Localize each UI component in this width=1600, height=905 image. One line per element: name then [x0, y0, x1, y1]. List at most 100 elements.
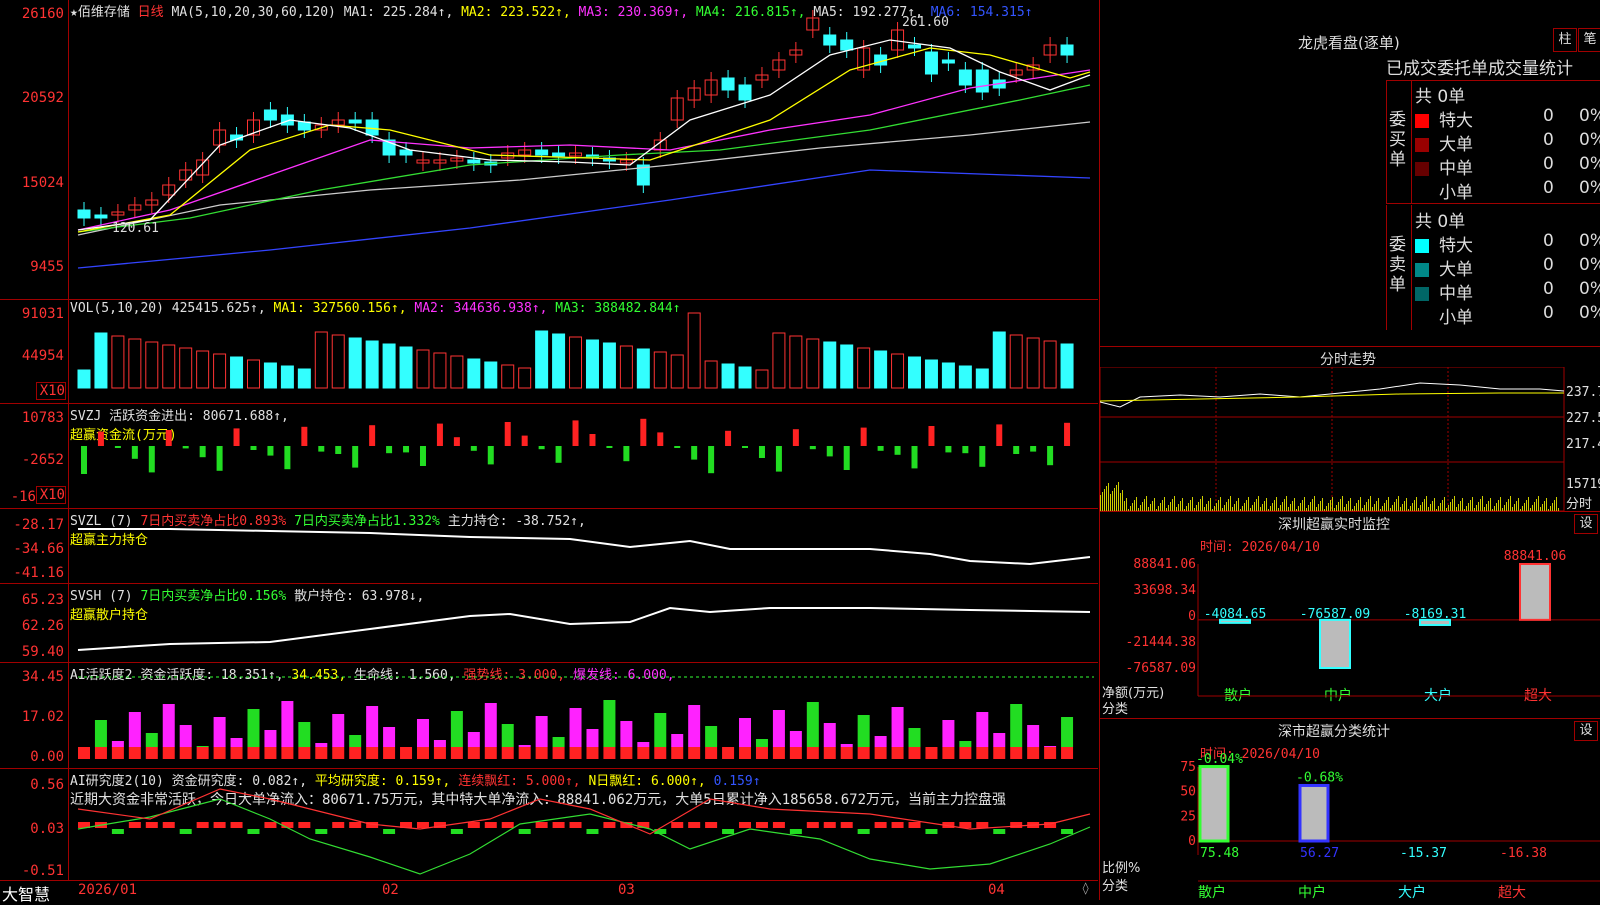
intraday-volume-bar [1318, 504, 1319, 511]
volume-bar [789, 335, 803, 389]
order-size-label: 大单 [1439, 135, 1473, 155]
intraday-volume-bar [1544, 501, 1545, 511]
order-row: 特大 0 0% [1415, 106, 1600, 131]
intraday-volume-bar [1370, 496, 1371, 511]
volume-bar [653, 351, 667, 389]
fund-flow-bar [945, 446, 952, 453]
intraday-volume-bar [1546, 498, 1547, 511]
intraday-volume-bar [1120, 493, 1121, 511]
intraday-tick: 217.4 [1566, 437, 1600, 452]
candle [263, 109, 277, 121]
candle [958, 69, 972, 86]
activity-base-bar [654, 747, 667, 759]
intraday-volume-bar [1440, 503, 1441, 511]
intraday-panel[interactable]: 分时走势 237.7 227.5 217.4 15719 分时 [1099, 346, 1600, 512]
activity-base-bar [705, 747, 718, 759]
candlestick-chart[interactable]: 261.60 120.61 [70, 0, 1098, 300]
intraday-volume-bar [1170, 502, 1171, 511]
intraday-volume-bar [1332, 497, 1333, 511]
volume-bar [941, 362, 955, 389]
intraday-volume-bar [1180, 501, 1181, 511]
intraday-volume-bar [1142, 502, 1143, 511]
ai-research-pane[interactable]: 0.56 0.03 -0.51 AI研究度2(10) 资金研究度: 0.082↑… [0, 769, 1098, 881]
ratio-value: 56.27 [1300, 846, 1339, 861]
intraday-volume-bar [1164, 497, 1165, 511]
intraday-volume-bar [1516, 501, 1517, 511]
intraday-volume-bar [1256, 499, 1257, 511]
intraday-volume-bar [1442, 500, 1443, 511]
monitor-ytick: -76587.09 [1126, 661, 1196, 676]
tab-stats[interactable]: 统计 [1539, 59, 1573, 79]
ratio-top-label: -0.04% [1196, 752, 1243, 767]
candle [467, 159, 481, 164]
intraday-volume-bar [1470, 500, 1471, 511]
order-percent: 0% [1579, 106, 1600, 126]
activity-bar [1027, 725, 1040, 747]
intraday-volume-bar [1160, 503, 1161, 511]
svzj-pane[interactable]: 10783 -2652 -16 X10 SVZJ 活跃资金进出: 80671.6… [0, 404, 1098, 509]
svzl-tick: -41.16 [13, 565, 64, 581]
research-bar [874, 822, 887, 828]
fund-flow-bar [318, 446, 325, 452]
activity-base-bar [722, 747, 735, 759]
fund-flow-bar [250, 446, 257, 450]
intraday-volume-bar [1190, 500, 1191, 511]
tab-volume[interactable]: 成交量 [1488, 59, 1539, 79]
fund-flow-bar [589, 434, 596, 446]
svsh-tick: 65.23 [21, 592, 64, 608]
intraday-volume-bar [1486, 504, 1487, 511]
fund-flow-bar [809, 446, 816, 450]
fund-flow-bar [403, 446, 410, 453]
intraday-volume-bar [1254, 502, 1255, 511]
volume-bar [230, 356, 244, 389]
net-flow-bar [1519, 563, 1551, 621]
research-bar [586, 829, 599, 834]
category-label: 超大 [1498, 885, 1526, 901]
volume-bar [1026, 337, 1040, 389]
intraday-volume-bar [1290, 504, 1291, 511]
intraday-volume-bar [1262, 504, 1263, 511]
dragon-tabs: 已成交委托单成交量统计 [1386, 54, 1600, 81]
pen-mode-button[interactable]: 笔 [1578, 28, 1600, 52]
activity-bar [416, 719, 429, 747]
candle [840, 39, 854, 51]
lock-icon[interactable]: ◊ [1082, 881, 1089, 895]
activity-base-bar [874, 747, 887, 759]
net-flow-value: -8169.31 [1404, 607, 1467, 622]
intraday-volume-bar [1342, 496, 1343, 511]
tab-orders[interactable]: 委托单 [1437, 59, 1488, 79]
activity-bar [755, 739, 768, 747]
intraday-volume-bar [1100, 495, 1101, 511]
svzl-pane[interactable]: -28.17 -34.66 -41.16 SVZL (7) 7日内买卖净占比0.… [0, 509, 1098, 584]
ai-activity-pane[interactable]: 34.45 17.02 0.00 AI活跃度2 资金活跃度: 18.351↑, … [0, 663, 1098, 769]
research-bar [247, 829, 260, 834]
tab-filled[interactable]: 已成交 [1386, 59, 1437, 79]
intraday-volume-bar [1154, 498, 1155, 511]
category-label: 散户 [1198, 884, 1226, 901]
activity-base-bar [620, 747, 633, 759]
intraday-volume-bar [1182, 498, 1183, 511]
candle [297, 121, 311, 131]
svsh-pane[interactable]: 65.23 62.26 59.40 SVSH (7) 7日内买卖净占比0.156… [0, 584, 1098, 663]
buy-section: 委买单 共 0单 特大 0 0% 大单 0 0% 中单 0 0% 小单 0 0% [1386, 80, 1600, 204]
price-pane[interactable]: 26160 20592 15024 9455 ★佰维存储 日线 MA(5,10,… [0, 0, 1098, 300]
volume-pane[interactable]: 91031 44954 X10 VOL(5,10,20) 425415.625↑… [0, 300, 1098, 404]
intraday-volume-bar [1198, 502, 1199, 511]
volume-bar [280, 365, 294, 389]
intraday-volume-bar [1310, 502, 1311, 511]
research-bar [332, 822, 345, 828]
volume-bar [602, 342, 616, 389]
volume-bar [975, 368, 989, 389]
intraday-volume-bar [1482, 496, 1483, 511]
fund-flow-bar [216, 446, 223, 471]
research-bar [501, 822, 514, 828]
activity-bar [1010, 704, 1023, 747]
bar-mode-button[interactable]: 柱 [1553, 28, 1577, 52]
activity-bar [332, 714, 345, 747]
activity-bar [772, 710, 785, 747]
order-count: 0 [1543, 154, 1554, 174]
candle [975, 69, 989, 93]
activity-base-bar [671, 747, 684, 759]
intraday-volume-bar [1320, 501, 1321, 511]
vol-scale: X10 [36, 382, 66, 400]
